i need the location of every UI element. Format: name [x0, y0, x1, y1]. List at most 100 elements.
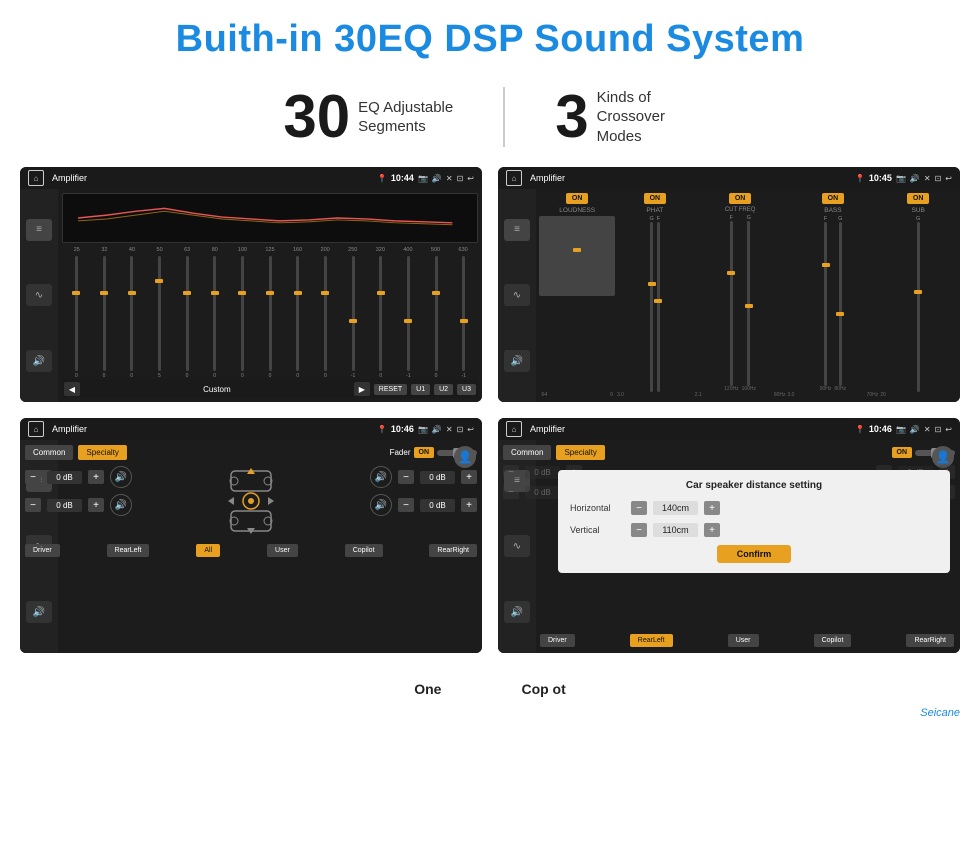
rearleft-btn-3[interactable]: RearLeft: [107, 544, 150, 557]
horizontal-minus[interactable]: −: [631, 501, 647, 515]
cx-sub-g[interactable]: [917, 222, 920, 392]
eq-slider-7[interactable]: 0: [258, 256, 283, 379]
sidebar-icon-vol1[interactable]: 🔊: [26, 350, 52, 372]
vertical-minus[interactable]: −: [631, 523, 647, 537]
back-icon-4[interactable]: ↩: [945, 425, 952, 434]
copilot-btn-4[interactable]: Copilot: [814, 634, 852, 647]
eq-u3-btn[interactable]: U3: [457, 384, 476, 395]
home-icon-1[interactable]: ⌂: [28, 170, 44, 186]
eq-slider-12[interactable]: -1: [396, 256, 421, 379]
db-tl: 0 dB: [47, 471, 82, 484]
status-bar-4: ⌂ Amplifier 📍 10:46 📷 🔊 ✕ ⊡ ↩: [498, 418, 960, 440]
home-icon-3[interactable]: ⌂: [28, 421, 44, 437]
cx-phat-f[interactable]: [657, 222, 660, 392]
cx-loudness-on[interactable]: ON: [566, 193, 589, 204]
right-speakers: 🔊 − 0 dB + 🔊 − 0 dB +: [370, 466, 477, 536]
eq-slider-13[interactable]: 0: [424, 256, 449, 379]
sidebar-icon-eq[interactable]: ≡: [26, 219, 52, 241]
eq-slider-9[interactable]: 0: [313, 256, 338, 379]
cx-bass-f[interactable]: [824, 222, 827, 386]
vol-icon-2: 🔊: [910, 174, 920, 183]
cx-cutfreq-g[interactable]: [747, 221, 750, 386]
eq-slider-11[interactable]: 0: [368, 256, 393, 379]
eq-slider-4[interactable]: 0: [175, 256, 200, 379]
stat-number-crossover: 3: [555, 87, 588, 147]
eq-slider-1[interactable]: 0: [92, 256, 117, 379]
cx-bass-g[interactable]: [839, 222, 842, 386]
stat-label-eq: EQ AdjustableSegments: [358, 98, 453, 137]
x-icon-2: ✕: [924, 174, 931, 183]
spk-icon-tr: 🔊: [370, 466, 392, 488]
cx-cutfreq-on[interactable]: ON: [729, 193, 752, 204]
loc-icon-4: 📍: [855, 425, 865, 434]
sidebar-icon-cx1[interactable]: ≡: [504, 219, 530, 241]
rearright-btn-4[interactable]: RearRight: [906, 634, 954, 647]
spec-tabs: Common Specialty Fader ON 👤: [25, 445, 477, 460]
eq-reset-btn[interactable]: RESET: [374, 384, 407, 395]
confirm-btn[interactable]: Confirm: [717, 545, 792, 563]
db-bl: 0 dB: [47, 499, 82, 512]
fader-on-btn-4[interactable]: ON: [892, 447, 913, 458]
eq-slider-3[interactable]: 5: [147, 256, 172, 379]
eq-slider-0[interactable]: 0: [64, 256, 89, 379]
copilot-btn-3[interactable]: Copilot: [345, 544, 383, 557]
back-icon-3[interactable]: ↩: [467, 425, 474, 434]
minus-tr[interactable]: −: [398, 470, 414, 484]
cx-loudness-track[interactable]: [539, 216, 615, 296]
home-icon-2[interactable]: ⌂: [506, 170, 522, 186]
cx-bass-on[interactable]: ON: [822, 193, 845, 204]
driver-btn-3[interactable]: Driver: [25, 544, 60, 557]
rearright-btn-3[interactable]: RearRight: [429, 544, 477, 557]
plus-br[interactable]: +: [461, 498, 477, 512]
watermark: Seicane: [0, 705, 980, 727]
driver-btn-4[interactable]: Driver: [540, 634, 575, 647]
eq-slider-5[interactable]: 0: [202, 256, 227, 379]
bottom-label-copot: Cop ot: [521, 681, 565, 697]
plus-tr[interactable]: +: [461, 470, 477, 484]
eq-prev-btn[interactable]: ◀: [64, 382, 80, 396]
screen-dialog: ⌂ Amplifier 📍 10:46 📷 🔊 ✕ ⊡ ↩ ≡ ∿ 🔊 C: [498, 418, 960, 653]
plus-bl[interactable]: +: [88, 498, 104, 512]
sidebar-icon-cx3[interactable]: 🔊: [504, 350, 530, 372]
back-icon-2[interactable]: ↩: [945, 174, 952, 183]
tab-specialty-3[interactable]: Specialty: [78, 445, 126, 460]
status-bar-3: ⌂ Amplifier 📍 10:46 📷 🔊 ✕ ⊡ ↩: [20, 418, 482, 440]
cam-icon-2: 📷: [896, 174, 906, 183]
eq-slider-8[interactable]: 0: [285, 256, 310, 379]
sidebar-icon-wave1[interactable]: ∿: [26, 284, 52, 306]
eq-play-btn[interactable]: ▶: [354, 382, 370, 396]
time-1: 10:44: [391, 173, 414, 183]
vol-icon-4: 🔊: [910, 425, 920, 434]
back-icon-1[interactable]: ↩: [467, 174, 474, 183]
cx-sub-on[interactable]: ON: [907, 193, 930, 204]
minus-bl[interactable]: −: [25, 498, 41, 512]
eq-lbl-11: 320: [368, 247, 394, 253]
eq-slider-2[interactable]: 0: [119, 256, 144, 379]
eq-slider-6[interactable]: 0: [230, 256, 255, 379]
rearleft-btn-4[interactable]: RearLeft: [630, 634, 673, 647]
cx-phat-on[interactable]: ON: [644, 193, 667, 204]
cx-sub: ON SUB G 20: [880, 193, 956, 398]
fader-on-btn-3[interactable]: ON: [414, 447, 435, 458]
eq-lbl-8: 160: [285, 247, 311, 253]
minus-tl[interactable]: −: [25, 470, 41, 484]
eq-slider-10[interactable]: -1: [341, 256, 366, 379]
cx-cutfreq-f[interactable]: [730, 221, 733, 386]
minus-br[interactable]: −: [398, 498, 414, 512]
home-icon-4[interactable]: ⌂: [506, 421, 522, 437]
eq-slider-14[interactable]: -1: [451, 256, 476, 379]
horizontal-plus[interactable]: +: [704, 501, 720, 515]
all-btn-3[interactable]: All: [196, 544, 220, 557]
eq-u2-btn[interactable]: U2: [434, 384, 453, 395]
tab-common-4[interactable]: Common: [503, 445, 551, 460]
user-btn-3[interactable]: User: [267, 544, 298, 557]
user-btn-4[interactable]: User: [728, 634, 759, 647]
tab-common-3[interactable]: Common: [25, 445, 73, 460]
eq-u1-btn[interactable]: U1: [411, 384, 430, 395]
cx-phat-g[interactable]: [650, 222, 653, 392]
sidebar-icon-cx2[interactable]: ∿: [504, 284, 530, 306]
eq-graph: [62, 193, 478, 243]
plus-tl[interactable]: +: [88, 470, 104, 484]
tab-specialty-4[interactable]: Specialty: [556, 445, 604, 460]
vertical-plus[interactable]: +: [704, 523, 720, 537]
